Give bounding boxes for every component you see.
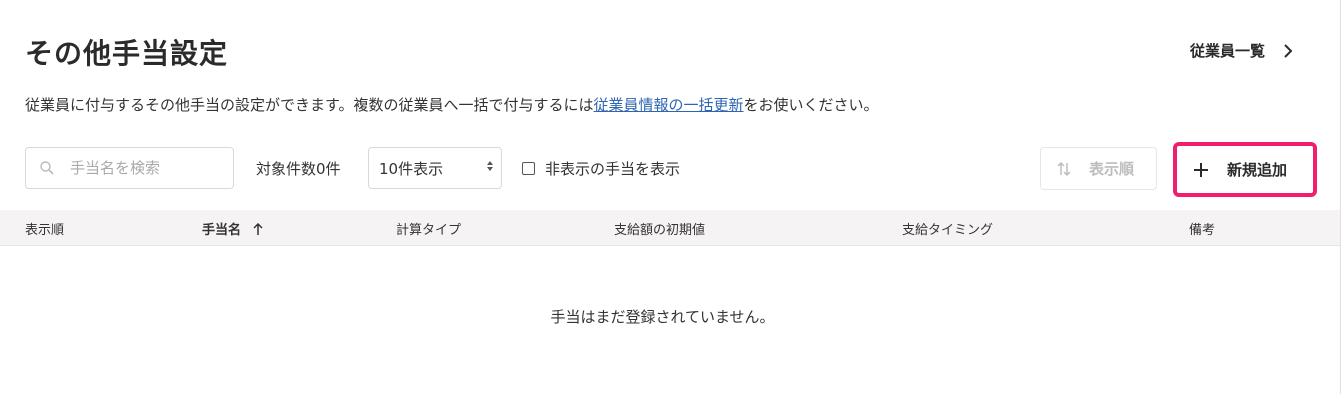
page-description: 従業員に付与するその他手当の設定ができます。複数の従業員へ一括で付与するには従業… (25, 94, 879, 115)
description-text-2: をお使いください。 (743, 96, 879, 114)
search-icon (40, 161, 54, 175)
sort-order-label: 表示順 (1089, 160, 1135, 178)
empty-message: 手当はまだ登録されていません。 (550, 308, 775, 326)
description-text-1: 従業員に付与するその他手当の設定ができます。複数の従業員へ一括で付与するには (25, 96, 594, 114)
chevron-right-icon (1284, 43, 1293, 58)
result-count: 対象件数0件 (256, 160, 341, 178)
show-hidden-checkbox[interactable] (522, 162, 535, 175)
sort-order-button[interactable]: 表示順 (1040, 147, 1157, 190)
column-header-default-amount[interactable]: 支給額の初期値 (614, 219, 705, 238)
search-input[interactable] (70, 159, 210, 177)
show-hidden-label: 非表示の手当を表示 (545, 160, 681, 178)
per-page-select[interactable]: 10件表示 (368, 147, 502, 189)
new-add-label: 新規追加 (1227, 161, 1288, 179)
show-hidden-toggle[interactable]: 非表示の手当を表示 (522, 158, 680, 179)
select-arrows-icon (487, 161, 493, 171)
sort-icon (1057, 161, 1071, 176)
column-header-calc-type[interactable]: 計算タイプ (396, 219, 461, 238)
table-header: 表示順 手当名 計算タイプ 支給額の初期値 支給タイミング 備考 (0, 210, 1341, 246)
bulk-update-link[interactable]: 従業員情報の一括更新 (594, 96, 744, 114)
column-header-allowance-name[interactable]: 手当名 (202, 219, 263, 238)
employee-list-label: 従業員一覧 (1189, 42, 1265, 60)
employee-list-link[interactable]: 従業員一覧 (1190, 40, 1293, 61)
per-page-value: 10件表示 (379, 159, 444, 178)
search-box[interactable] (25, 147, 234, 189)
column-header-notes[interactable]: 備考 (1189, 219, 1215, 238)
column-header-display-order[interactable]: 表示順 (25, 219, 64, 238)
plus-icon (1194, 162, 1208, 177)
column-header-allowance-name-label: 手当名 (202, 223, 242, 238)
page-title: その他手当設定 (25, 37, 229, 70)
new-add-button[interactable]: 新規追加 (1173, 142, 1317, 197)
column-header-payment-timing[interactable]: 支給タイミング (902, 219, 993, 238)
arrow-up-icon (253, 222, 263, 235)
